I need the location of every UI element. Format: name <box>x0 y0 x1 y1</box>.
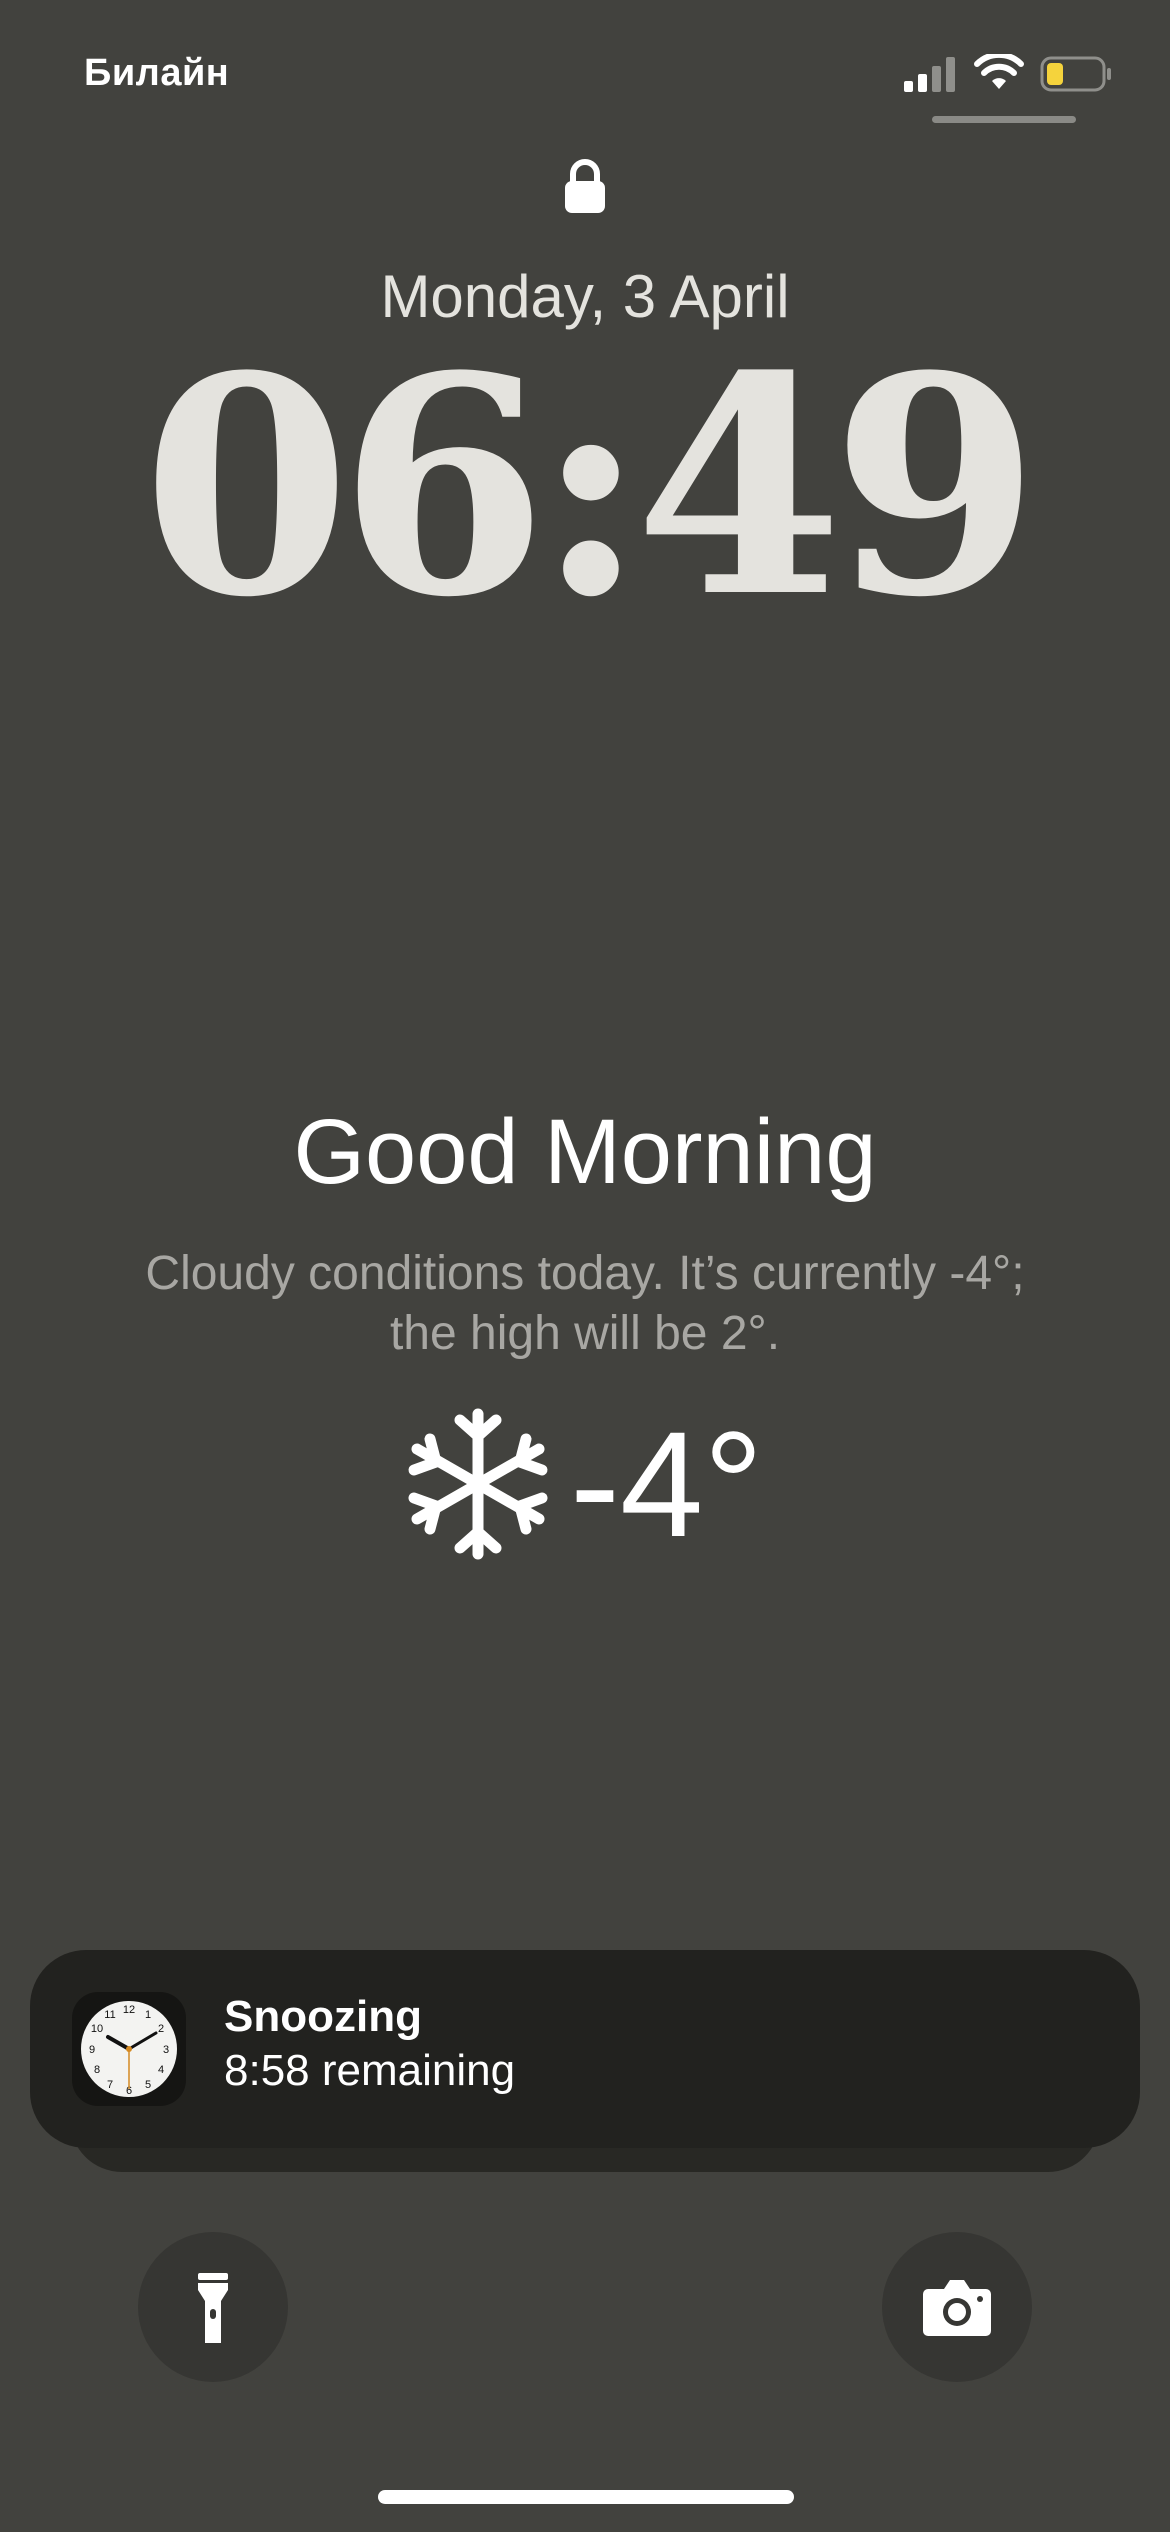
weather-forecast-text[interactable]: Cloudy conditions today. It’s currently … <box>120 1244 1050 1364</box>
notification-body: 8:58 remaining <box>224 2046 516 2095</box>
svg-text:2: 2 <box>158 2023 164 2035</box>
svg-text:1: 1 <box>145 2009 151 2021</box>
current-temperature: -4° <box>570 1400 764 1568</box>
camera-button[interactable] <box>882 2232 1032 2382</box>
snowflake-icon <box>408 1408 548 1560</box>
svg-text:12: 12 <box>123 2004 135 2016</box>
svg-text:9: 9 <box>89 2044 95 2056</box>
alarm-notification[interactable]: 12 1 2 3 4 5 6 7 8 9 10 11 Snoozing 8:58… <box>30 1950 1140 2148</box>
home-indicator[interactable] <box>378 2490 794 2504</box>
flashlight-icon <box>198 2273 228 2343</box>
carrier-label: Билайн <box>84 52 230 94</box>
status-bar: Билайн <box>0 0 1170 150</box>
svg-text:8: 8 <box>94 2064 100 2076</box>
svg-text:10: 10 <box>91 2023 103 2035</box>
battery-icon <box>1040 56 1111 92</box>
svg-text:11: 11 <box>104 2009 115 2021</box>
svg-text:5: 5 <box>145 2079 151 2091</box>
notification-title: Snoozing <box>224 1992 422 2041</box>
wifi-icon <box>974 54 1024 89</box>
clock-app-icon: 12 1 2 3 4 5 6 7 8 9 10 11 <box>72 1992 186 2106</box>
svg-text:7: 7 <box>107 2079 113 2091</box>
flashlight-button[interactable] <box>138 2232 288 2382</box>
cellular-signal-icon <box>904 57 955 92</box>
camera-icon <box>923 2280 991 2336</box>
clock-time[interactable]: 06:49 <box>0 322 1170 652</box>
weather-current-row[interactable]: -4° <box>390 1400 810 1570</box>
weather-greeting[interactable]: Good Morning <box>0 1100 1170 1205</box>
svg-text:3: 3 <box>163 2044 169 2056</box>
status-indicator-line[interactable] <box>932 116 1076 123</box>
svg-text:4: 4 <box>158 2064 164 2076</box>
lock-icon <box>565 159 605 213</box>
